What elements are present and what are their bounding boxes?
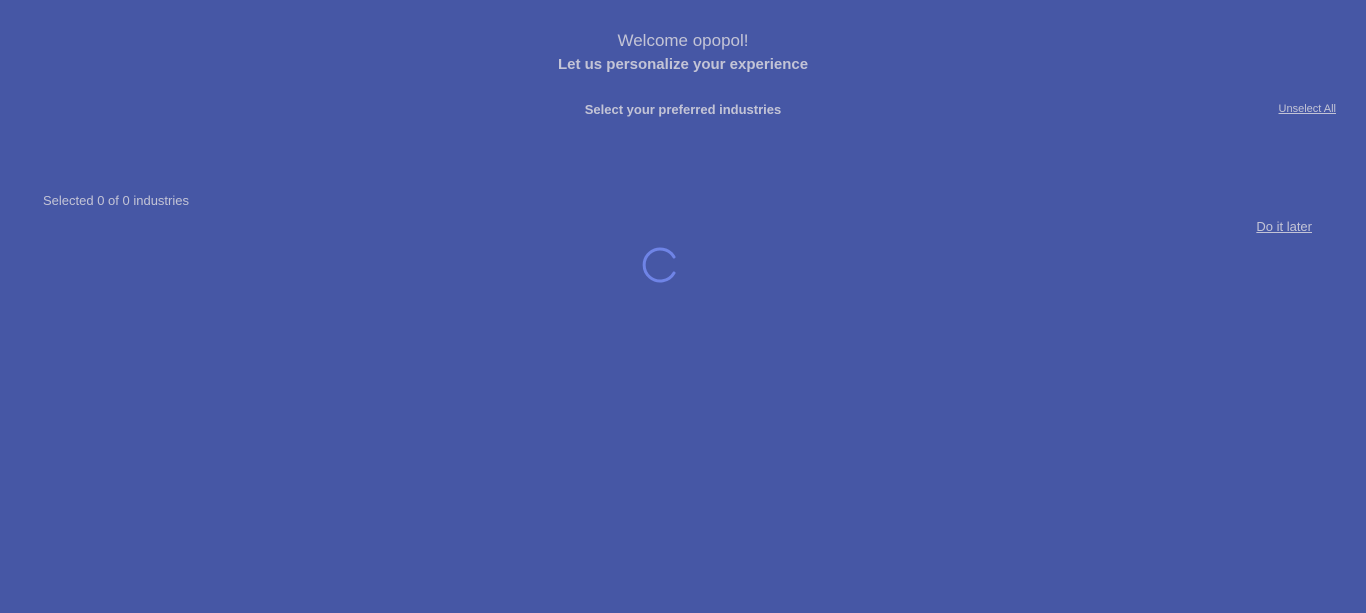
selected-count-text: Selected 0 of 0 industries: [43, 193, 189, 208]
onboarding-page: Welcome opopol! Let us personalize your …: [0, 0, 1366, 613]
personalize-subtitle: Let us personalize your experience: [557, 56, 809, 73]
do-it-later-link[interactable]: Do it later: [1256, 219, 1312, 234]
loading-spinner-icon: [642, 247, 676, 283]
welcome-heading: Welcome opopol!: [617, 31, 749, 50]
unselect-all-link[interactable]: Unselect All: [1279, 103, 1336, 115]
industries-section-title: Select your preferred industries: [584, 102, 782, 117]
